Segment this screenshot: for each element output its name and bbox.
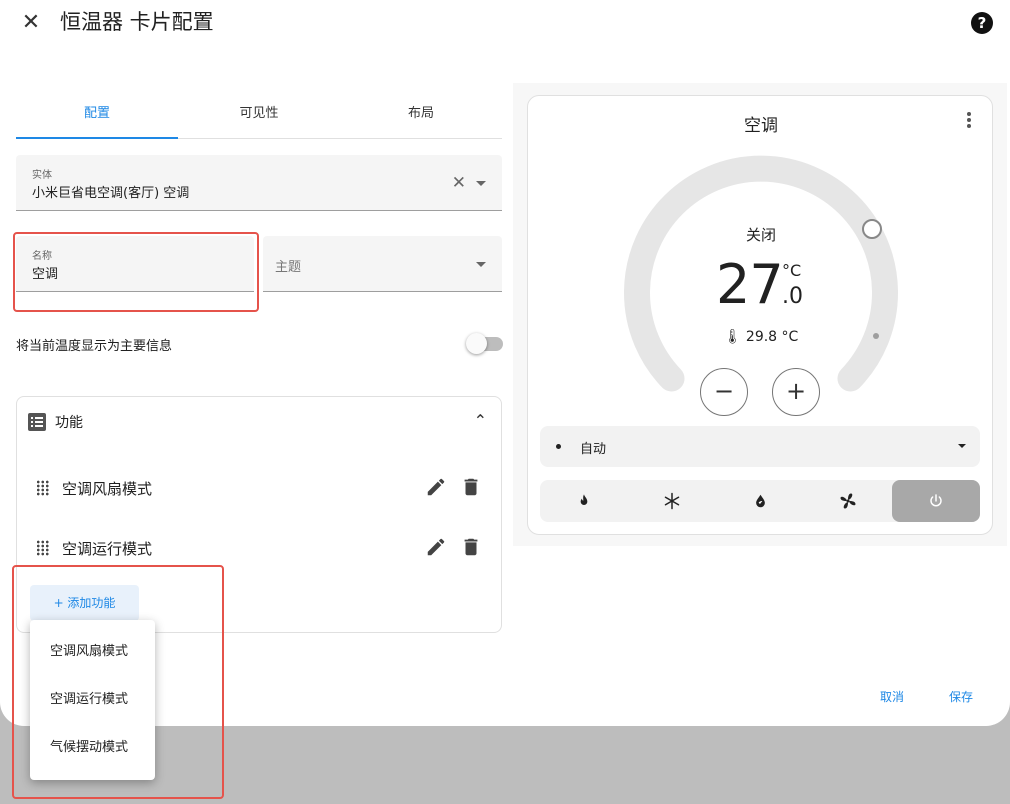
help-icon[interactable]: ?: [971, 12, 993, 34]
entity-field-value: 小米巨省电空调(客厅) 空调: [32, 186, 190, 201]
primary-info-label: 将当前温度显示为主要信息: [16, 339, 173, 354]
add-feature-menu: 空调风扇模式 空调运行模式 气候摆动模式: [30, 620, 155, 780]
fire-icon: [580, 494, 588, 505]
theme-select[interactable]: 主题: [263, 236, 502, 292]
dropdown-arrow-icon[interactable]: [476, 262, 486, 267]
menu-item-fan-mode[interactable]: 空调风扇模式: [30, 628, 155, 676]
mode-select-value: 自动: [580, 442, 607, 457]
hvac-state: 关闭: [745, 226, 776, 244]
menu-item-hvac-mode[interactable]: 空调运行模式: [30, 676, 155, 724]
drag-handle-icon[interactable]: [36, 540, 50, 556]
hvac-mode-bar: [540, 480, 980, 522]
entity-field-label: 实体: [32, 170, 52, 181]
tab-layout[interactable]: 布局: [340, 96, 502, 138]
dropdown-arrow-icon[interactable]: [958, 444, 966, 448]
fan-icon: [840, 493, 856, 509]
dropdown-arrow-icon[interactable]: [476, 181, 486, 186]
feature-row: 空调运行模式: [17, 528, 503, 568]
feature-row: 空调风扇模式: [17, 468, 503, 508]
pencil-icon[interactable]: [425, 536, 447, 558]
hvac-mode-dry[interactable]: [716, 480, 804, 522]
card-config-dialog: ✕ 恒温器 卡片配置 ? 配置 可见性 布局 实体 小米巨省电空调(客厅) 空调…: [0, 0, 1010, 726]
current-temperature: 🌡 29.8 °C: [723, 329, 799, 345]
cancel-button[interactable]: 取消: [880, 688, 904, 705]
pencil-icon[interactable]: [425, 476, 447, 498]
entity-field[interactable]: 实体 小米巨省电空调(客厅) 空调 ✕: [16, 155, 502, 211]
more-vert-icon[interactable]: [966, 110, 972, 130]
hvac-mode-off[interactable]: [892, 480, 980, 522]
tab-config[interactable]: 配置: [16, 96, 178, 139]
clear-icon[interactable]: ✕: [452, 173, 466, 193]
save-button[interactable]: 保存: [949, 688, 973, 705]
mode-select[interactable]: 自动: [540, 426, 980, 467]
name-field-label: 名称: [32, 251, 52, 262]
hvac-mode-fan[interactable]: [804, 480, 892, 522]
thermostat-preview-card: 空调 关闭 27 °C .0 🌡 29.8 °C − + 自动: [527, 95, 993, 535]
snowflake-icon: [664, 492, 680, 510]
mode-dot-icon: [556, 444, 561, 449]
feature-label: 空调运行模式: [62, 540, 153, 558]
trash-icon[interactable]: [460, 536, 482, 558]
theme-select-placeholder: 主题: [275, 260, 302, 275]
target-temperature-decimal: .0: [782, 284, 803, 309]
water-drop-icon: [755, 494, 765, 508]
increase-temp-button[interactable]: +: [772, 368, 820, 416]
temperature-unit: °C: [782, 261, 802, 280]
power-icon: [930, 494, 942, 507]
add-feature-button[interactable]: + 添加功能: [30, 585, 139, 621]
trash-icon[interactable]: [460, 476, 482, 498]
feature-label: 空调风扇模式: [62, 480, 153, 498]
hvac-mode-cool[interactable]: [628, 480, 716, 522]
tab-bar: 配置 可见性 布局: [16, 96, 502, 139]
name-field-value: 空调: [32, 267, 59, 282]
toggle-knob[interactable]: [466, 333, 487, 354]
list-icon: [28, 413, 46, 431]
menu-item-swing-mode[interactable]: 气候摆动模式: [30, 724, 155, 772]
close-icon[interactable]: ✕: [18, 10, 44, 36]
features-panel-title: 功能: [55, 415, 83, 431]
drag-handle-icon[interactable]: [36, 480, 50, 496]
name-field[interactable]: 名称 空调: [16, 236, 254, 292]
decrease-temp-button[interactable]: −: [700, 368, 748, 416]
chevron-up-icon[interactable]: ⌃: [474, 411, 487, 430]
hvac-mode-heat[interactable]: [540, 480, 628, 522]
card-title: 空调: [744, 116, 778, 136]
target-temperature: 27: [716, 253, 784, 316]
tab-visibility[interactable]: 可见性: [178, 96, 340, 138]
dialog-title: 恒温器 卡片配置: [60, 10, 214, 34]
